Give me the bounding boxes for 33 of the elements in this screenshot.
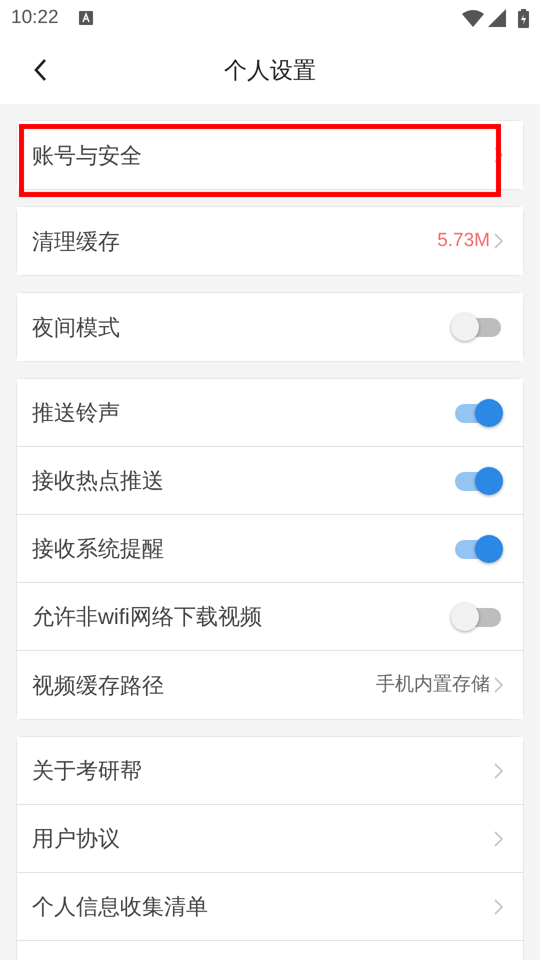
toggle-switch[interactable] [451,602,503,630]
settings-row[interactable]: 关于考研帮 [17,737,523,805]
row-label: 夜间模式 [32,314,121,342]
toggle-switch[interactable] [451,313,503,341]
settings-row[interactable]: 清理缓存 5.73M [17,207,523,275]
signal-icon [488,9,506,27]
chevron-right-icon [494,762,503,778]
settings-row[interactable]: 账号与安全 [17,121,523,189]
row-value: 5.73M [437,228,490,253]
chevron-right-icon [494,147,503,163]
row-label: 接收热点推送 [32,467,165,495]
keyboard-notification-icon [78,11,93,25]
row-label: 个人信息收集清单 [32,893,209,921]
row-value: 手机内置存储 [376,672,490,697]
chevron-right-icon [494,677,503,693]
row-label: 清理缓存 [32,228,121,256]
wifi-icon [462,10,484,26]
chevron-right-icon [494,830,503,846]
row-label: 接收系统提醒 [32,535,165,563]
row-label: 用户协议 [32,825,121,853]
page-title: 个人设置 [224,56,316,85]
back-icon[interactable] [33,58,47,82]
chevron-right-icon [494,898,503,914]
row-label: 允许非wifi网络下载视频 [32,603,263,631]
status-time: 10:22 [11,6,59,30]
battery-icon [518,8,529,28]
chevron-right-icon [494,233,503,249]
settings-row[interactable]: 推送铃声 [17,379,523,447]
settings-row[interactable]: 夜间模式 [17,293,523,361]
row-label: 推送铃声 [32,399,121,427]
row-label: 关于考研帮 [32,757,143,785]
row-label: 账号与安全 [32,142,143,170]
row-label: 视频缓存路径 [32,672,165,700]
